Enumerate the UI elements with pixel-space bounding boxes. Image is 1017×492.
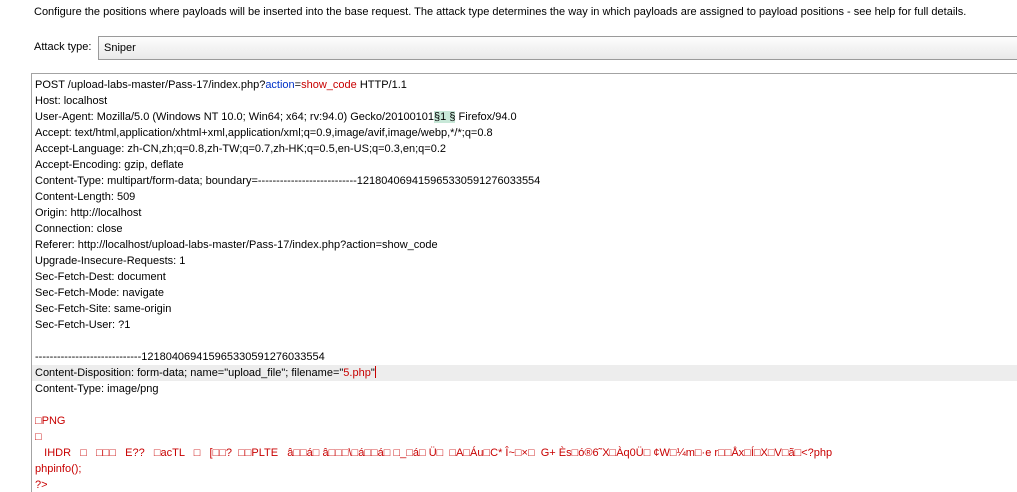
header-upgrade-insecure-requests: Upgrade-Insecure-Requests: 1 xyxy=(35,255,186,267)
payload-position-marker[interactable]: §1 § xyxy=(434,111,456,123)
body-line-binary: □ xyxy=(35,431,42,443)
content-disposition-line: Content-Disposition: form-data; name="up… xyxy=(32,365,1017,381)
header-content-type: Content-Type: multipart/form-data; bound… xyxy=(35,175,541,187)
header-accept: Accept: text/html,application/xhtml+xml,… xyxy=(35,127,493,139)
attack-type-row: Attack type: Sniper xyxy=(34,36,1017,60)
body-line-phpinfo: phpinfo(); xyxy=(35,463,82,475)
body-line-php-close: ?> xyxy=(35,479,48,491)
attack-type-value: Sniper xyxy=(104,42,136,54)
part-content-type: Content-Type: image/png xyxy=(35,383,159,395)
text-cursor xyxy=(374,366,376,378)
attack-type-label: Attack type: xyxy=(34,41,92,53)
request-editor[interactable]: POST /upload-labs-master/Pass-17/index.p… xyxy=(31,73,1017,492)
header-accept-language: Accept-Language: zh-CN,zh;q=0.8,zh-TW;q=… xyxy=(35,143,447,155)
header-sec-fetch-user: Sec-Fetch-User: ?1 xyxy=(35,319,131,331)
multipart-boundary: -----------------------------12180406941… xyxy=(35,351,325,363)
header-sec-fetch-site: Sec-Fetch-Site: same-origin xyxy=(35,303,172,315)
attack-type-select[interactable]: Sniper xyxy=(98,36,1017,60)
header-user-agent: User-Agent: Mozilla/5.0 (Windows NT 10.0… xyxy=(35,111,517,123)
attack-positions-description: Configure the positions where payloads w… xyxy=(34,6,967,18)
body-line-png-chunks: IHDR □ □□□ E?? □acTL □ [□□? □□PLTE â□□á□… xyxy=(35,447,833,459)
header-origin: Origin: http://localhost xyxy=(35,207,142,219)
header-accept-encoding: Accept-Encoding: gzip, deflate xyxy=(35,159,184,171)
body-line-png-signature: □PNG xyxy=(35,415,66,427)
header-host: Host: localhost xyxy=(35,95,108,107)
header-content-length: Content-Length: 509 xyxy=(35,191,136,203)
request-line: POST /upload-labs-master/Pass-17/index.p… xyxy=(35,79,407,91)
upload-filename: 5.php xyxy=(343,367,371,379)
header-connection: Connection: close xyxy=(35,223,123,235)
query-param-value: show_code xyxy=(301,79,357,91)
query-param-name: action xyxy=(265,79,295,91)
header-sec-fetch-mode: Sec-Fetch-Mode: navigate xyxy=(35,287,165,299)
header-referer: Referer: http://localhost/upload-labs-ma… xyxy=(35,239,438,251)
header-sec-fetch-dest: Sec-Fetch-Dest: document xyxy=(35,271,166,283)
